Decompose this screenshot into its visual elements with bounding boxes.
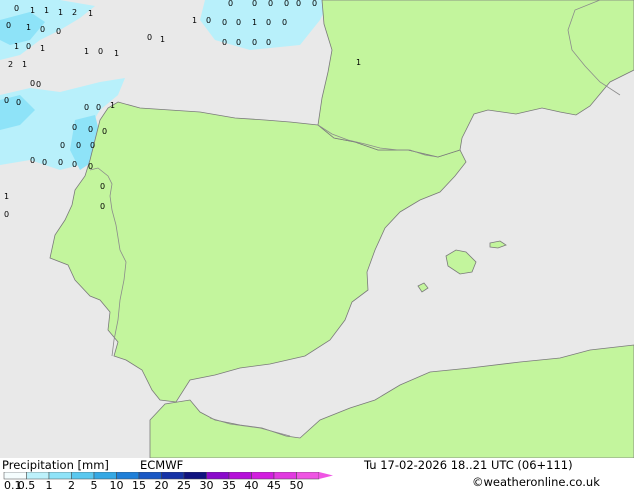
credit-link[interactable]: ©weatheronline.co.uk xyxy=(472,476,600,489)
scale-tick-label: 15 xyxy=(132,479,146,490)
scale-swatch xyxy=(26,472,50,480)
station-value: 1 xyxy=(356,58,361,67)
station-value: 1 xyxy=(88,9,93,18)
scale-swatch xyxy=(3,472,27,480)
station-value: 0 xyxy=(268,0,273,8)
station-value: 0 xyxy=(30,156,35,165)
color-scale: 0.10.5 1 2 5 10 15 20 25 30 35 40 45 50 xyxy=(3,472,333,490)
station-value: 0 xyxy=(96,103,101,112)
station-value: 1 xyxy=(26,23,31,32)
scale-swatch xyxy=(296,472,320,480)
legend-bar: Precipitation [mm] ECMWF Tu 17-02-2026 1… xyxy=(0,458,634,490)
station-value: 0 xyxy=(26,42,31,51)
station-value: 0 xyxy=(266,38,271,47)
station-value: 0 xyxy=(206,16,211,25)
station-value: 0 xyxy=(42,158,47,167)
scale-tick-label: 30 xyxy=(200,479,214,490)
scale-swatch xyxy=(71,472,95,480)
station-value: 0 xyxy=(98,47,103,56)
station-value: 0 xyxy=(60,141,65,150)
station-value: 0 xyxy=(90,141,95,150)
station-value: 0 xyxy=(6,21,11,30)
station-value: 0 xyxy=(30,79,35,88)
valid-time: Tu 17-02-2026 18..21 UTC (06+111) xyxy=(364,458,573,472)
station-value: 1 xyxy=(160,35,165,44)
station-value: 0 xyxy=(100,182,105,191)
scale-tick-label: 50 xyxy=(290,479,304,490)
scale-arrow xyxy=(319,472,333,479)
scale-tick-label: 25 xyxy=(177,479,191,490)
scale-swatch xyxy=(228,472,252,480)
precipitation-map: 0111210100101101210000001000000000000010… xyxy=(0,0,634,458)
scale-tick-label: 20 xyxy=(155,479,169,490)
station-value: 1 xyxy=(110,101,115,110)
station-value: 0 xyxy=(4,210,9,219)
station-value: 0 xyxy=(40,25,45,34)
station-value: 2 xyxy=(72,8,77,17)
station-value: 0 xyxy=(147,33,152,42)
station-value: 0 xyxy=(282,18,287,27)
scale-swatch xyxy=(183,472,207,480)
scale-swatch xyxy=(251,472,275,480)
station-value: 0 xyxy=(312,0,317,8)
scale-swatch xyxy=(138,472,162,480)
scale-tick-label: 40 xyxy=(245,479,259,490)
station-value: 0 xyxy=(36,80,41,89)
station-value: 0 xyxy=(84,103,89,112)
station-value: 0 xyxy=(222,18,227,27)
station-value: 0 xyxy=(88,125,93,134)
scale-tick-label: 35 xyxy=(222,479,236,490)
scale-swatch xyxy=(116,472,140,480)
station-value: 0 xyxy=(56,27,61,36)
scale-tick-label: 2 xyxy=(68,479,75,490)
scale-tick-label: 10 xyxy=(110,479,124,490)
scale-tick-label: 5 xyxy=(91,479,98,490)
station-value: 0 xyxy=(88,162,93,171)
station-value: 1 xyxy=(84,47,89,56)
station-value: 0 xyxy=(266,18,271,27)
scale-tick-label: 45 xyxy=(267,479,281,490)
station-value: 0 xyxy=(100,202,105,211)
station-value: 1 xyxy=(4,192,9,201)
station-value: 0 xyxy=(16,98,21,107)
station-value: 2 xyxy=(8,60,13,69)
station-value: 1 xyxy=(252,18,257,27)
station-value: 0 xyxy=(102,127,107,136)
scale-swatch xyxy=(93,472,117,480)
station-value: 0 xyxy=(284,0,289,8)
station-value: 1 xyxy=(30,6,35,15)
station-value: 0 xyxy=(252,0,257,8)
station-value: 1 xyxy=(14,42,19,51)
station-value: 1 xyxy=(114,49,119,58)
station-value: 0 xyxy=(72,160,77,169)
station-value: 0 xyxy=(58,158,63,167)
scale-tick-label: 0.5 xyxy=(18,479,36,490)
station-value: 1 xyxy=(192,16,197,25)
station-value: 0 xyxy=(14,4,19,13)
scale-tick-label: 1 xyxy=(46,479,53,490)
station-value: 1 xyxy=(40,44,45,53)
station-value: 0 xyxy=(236,18,241,27)
scale-swatch xyxy=(273,472,297,480)
station-value: 1 xyxy=(58,8,63,17)
station-value: 0 xyxy=(252,38,257,47)
station-value: 0 xyxy=(228,0,233,8)
model-name: ECMWF xyxy=(140,458,184,472)
station-value: 0 xyxy=(4,96,9,105)
station-value: 0 xyxy=(222,38,227,47)
legend-title: Precipitation [mm] xyxy=(2,458,109,472)
station-value: 0 xyxy=(76,141,81,150)
scale-swatch xyxy=(161,472,185,480)
station-value: 0 xyxy=(236,38,241,47)
scale-swatch xyxy=(206,472,230,480)
scale-swatch xyxy=(48,472,72,480)
station-value: 1 xyxy=(44,6,49,15)
station-value: 0 xyxy=(72,123,77,132)
station-value: 0 xyxy=(296,0,301,8)
station-value: 1 xyxy=(22,60,27,69)
map-canvas: 0 1 1 1 2 10 1 0 01 0 1 1 0 12 10 00 00 0 10 0 00 0 00 0 0 0 00010… xyxy=(0,0,634,458)
